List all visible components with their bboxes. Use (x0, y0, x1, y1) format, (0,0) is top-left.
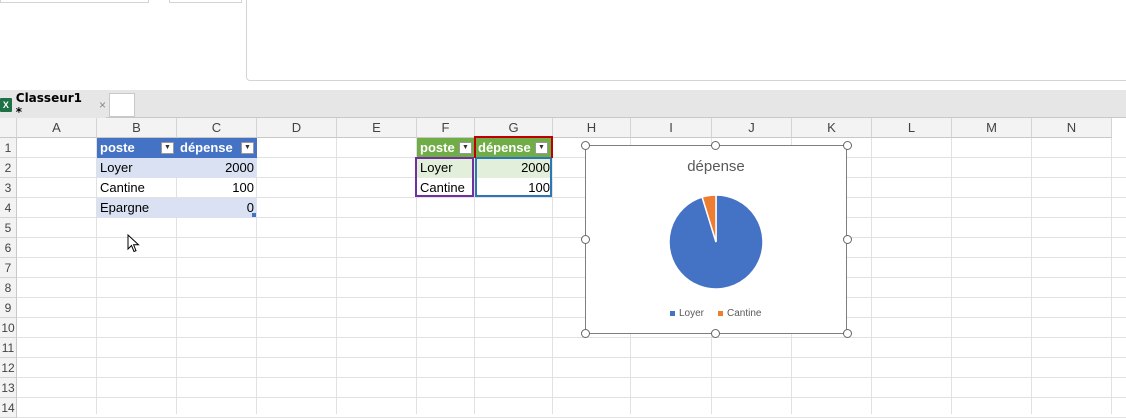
column-header-j[interactable]: J (712, 118, 792, 138)
pie-plot-area[interactable] (666, 192, 766, 292)
resize-handle-top[interactable] (711, 141, 720, 150)
legend-item-cantine[interactable]: Cantine (718, 308, 761, 319)
column-header-l[interactable]: L (872, 118, 952, 138)
chart-value-range-highlight (475, 157, 552, 197)
row-header-4[interactable]: 4 (0, 198, 17, 218)
ribbon-field-middle[interactable] (169, 0, 242, 3)
gridline (871, 138, 872, 414)
chart-series-name-highlight (474, 136, 553, 158)
gridline (17, 377, 1126, 378)
column-header-k[interactable]: K (792, 118, 872, 138)
table1-header-depense[interactable]: dépense ▼ (177, 138, 257, 158)
gridline (17, 277, 1126, 278)
table-resize-handle[interactable] (252, 213, 256, 217)
row-header-11[interactable]: 11 (0, 338, 17, 358)
row-header-9[interactable]: 9 (0, 298, 17, 318)
resize-handle-bottom[interactable] (711, 329, 720, 338)
ribbon-area (0, 0, 1126, 90)
workbook-tab[interactable]: X Classeur1 * × (0, 91, 106, 119)
filter-dropdown-icon[interactable]: ▼ (241, 142, 254, 154)
resize-handle-top-left[interactable] (581, 141, 590, 150)
column-header-h[interactable]: H (553, 118, 631, 138)
legend-label: Loyer (679, 308, 705, 319)
ribbon-panel (246, 0, 1126, 81)
chart-category-range-highlight (415, 157, 474, 197)
row-header-2[interactable]: 2 (0, 158, 17, 178)
resize-handle-bottom-right[interactable] (843, 329, 852, 338)
row-header-12[interactable]: 12 (0, 358, 17, 378)
table1-header-label: poste (100, 140, 135, 155)
column-header-g[interactable]: G (475, 118, 553, 138)
resize-handle-top-right[interactable] (843, 141, 852, 150)
gridline (17, 357, 1126, 358)
pie-chart[interactable]: dépense Loyer Cantine (585, 145, 847, 334)
gridline (17, 237, 1126, 238)
table2-header-label: poste (420, 140, 455, 155)
gridline (951, 138, 952, 414)
table-cell[interactable]: Loyer (97, 158, 177, 178)
table-cell[interactable]: 100 (177, 178, 257, 198)
chart-title[interactable]: dépense (586, 158, 846, 175)
legend-label: Cantine (727, 308, 762, 319)
table1-header-poste[interactable]: poste ▼ (97, 138, 177, 158)
legend-swatch (718, 311, 723, 316)
row-header-10[interactable]: 10 (0, 318, 17, 338)
column-header-d[interactable]: D (257, 118, 337, 138)
ribbon-field-left[interactable] (0, 0, 149, 3)
gridline (1111, 138, 1112, 414)
workbook-title: Classeur1 * (15, 91, 83, 119)
row-header-7[interactable]: 7 (0, 258, 17, 278)
column-header-c[interactable]: C (177, 118, 257, 138)
table2-header-poste[interactable]: poste ▼ (417, 138, 475, 158)
row-header-6[interactable]: 6 (0, 238, 17, 258)
table-cell[interactable]: 0 (177, 198, 257, 218)
row-header-13[interactable]: 13 (0, 378, 17, 398)
gridline (336, 138, 337, 414)
gridline (1031, 138, 1032, 414)
resize-handle-right[interactable] (843, 235, 852, 244)
column-header-n[interactable]: N (1032, 118, 1112, 138)
gridline (17, 397, 1126, 398)
column-header-m[interactable]: M (952, 118, 1032, 138)
row-header-5[interactable]: 5 (0, 218, 17, 238)
resize-handle-left[interactable] (581, 235, 590, 244)
column-header-a[interactable]: A (17, 118, 97, 138)
legend-swatch (670, 311, 675, 316)
row-header-3[interactable]: 3 (0, 178, 17, 198)
table-cell[interactable]: 2000 (177, 158, 257, 178)
gridline (17, 257, 1126, 258)
gridline (17, 297, 1126, 298)
filter-dropdown-icon[interactable]: ▼ (459, 142, 472, 154)
column-header-b[interactable]: B (97, 118, 177, 138)
workbook-tab-bar: X Classeur1 * × (0, 90, 1126, 119)
gridline (17, 337, 1126, 338)
row-header-8[interactable]: 8 (0, 278, 17, 298)
table1-header-label: dépense (180, 140, 233, 155)
table-cell[interactable]: Cantine (97, 178, 177, 198)
row-header-1[interactable]: 1 (0, 138, 17, 158)
mouse-cursor-icon (127, 234, 140, 253)
table-cell[interactable]: Epargne (97, 198, 177, 218)
spreadsheet-grid[interactable]: ABCDEFGHIJKLMN 1 2 3 4 5 6 7 8 9 10 11 12 13 14 poste… (0, 118, 1126, 418)
legend-item-loyer[interactable]: Loyer (670, 308, 704, 319)
column-header-i[interactable]: I (631, 118, 712, 138)
close-tab-icon[interactable]: × (99, 98, 106, 112)
new-tab-button[interactable] (109, 93, 135, 117)
row-header-14[interactable]: 14 (0, 398, 17, 418)
column-header-f[interactable]: F (417, 118, 475, 138)
gridline (17, 317, 1126, 318)
resize-handle-bottom-left[interactable] (581, 329, 590, 338)
excel-icon: X (0, 98, 12, 112)
select-all-corner[interactable] (0, 118, 17, 138)
column-header-e[interactable]: E (337, 118, 417, 138)
filter-dropdown-icon[interactable]: ▼ (161, 142, 174, 154)
